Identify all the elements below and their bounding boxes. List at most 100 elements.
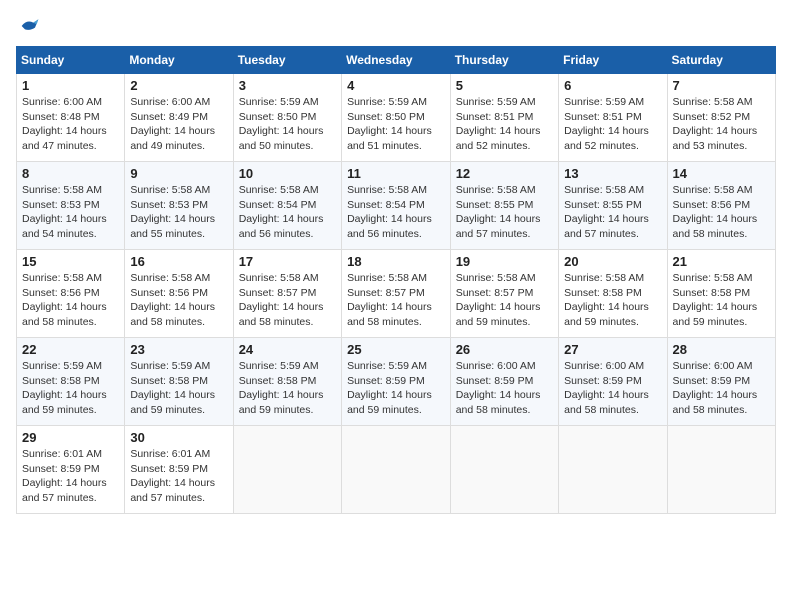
- day-info: Sunrise: 5:59 AMSunset: 8:51 PMDaylight:…: [564, 95, 661, 154]
- day-number: 25: [347, 342, 445, 357]
- calendar-cell: 5 Sunrise: 5:59 AMSunset: 8:51 PMDayligh…: [450, 74, 558, 162]
- calendar-week-row: 29 Sunrise: 6:01 AMSunset: 8:59 PMDaylig…: [17, 426, 776, 514]
- calendar-week-row: 22 Sunrise: 5:59 AMSunset: 8:58 PMDaylig…: [17, 338, 776, 426]
- day-number: 20: [564, 254, 661, 269]
- day-number: 17: [239, 254, 336, 269]
- calendar-cell: 18 Sunrise: 5:58 AMSunset: 8:57 PMDaylig…: [342, 250, 451, 338]
- day-info: Sunrise: 6:00 AMSunset: 8:59 PMDaylight:…: [564, 359, 661, 418]
- day-number: 18: [347, 254, 445, 269]
- calendar-cell: 19 Sunrise: 5:58 AMSunset: 8:57 PMDaylig…: [450, 250, 558, 338]
- day-info: Sunrise: 6:01 AMSunset: 8:59 PMDaylight:…: [130, 447, 227, 506]
- day-info: Sunrise: 5:59 AMSunset: 8:50 PMDaylight:…: [239, 95, 336, 154]
- calendar-header-row: SundayMondayTuesdayWednesdayThursdayFrid…: [17, 47, 776, 74]
- header-thursday: Thursday: [450, 47, 558, 74]
- calendar-cell: 3 Sunrise: 5:59 AMSunset: 8:50 PMDayligh…: [233, 74, 341, 162]
- day-info: Sunrise: 5:58 AMSunset: 8:53 PMDaylight:…: [130, 183, 227, 242]
- day-number: 23: [130, 342, 227, 357]
- day-info: Sunrise: 5:58 AMSunset: 8:54 PMDaylight:…: [239, 183, 336, 242]
- day-number: 24: [239, 342, 336, 357]
- calendar-cell: [667, 426, 775, 514]
- day-number: 2: [130, 78, 227, 93]
- day-number: 29: [22, 430, 119, 445]
- calendar-cell: 8 Sunrise: 5:58 AMSunset: 8:53 PMDayligh…: [17, 162, 125, 250]
- calendar-cell: 12 Sunrise: 5:58 AMSunset: 8:55 PMDaylig…: [450, 162, 558, 250]
- day-number: 30: [130, 430, 227, 445]
- day-info: Sunrise: 5:58 AMSunset: 8:58 PMDaylight:…: [564, 271, 661, 330]
- day-info: Sunrise: 6:01 AMSunset: 8:59 PMDaylight:…: [22, 447, 119, 506]
- day-info: Sunrise: 5:58 AMSunset: 8:57 PMDaylight:…: [239, 271, 336, 330]
- calendar-cell: 17 Sunrise: 5:58 AMSunset: 8:57 PMDaylig…: [233, 250, 341, 338]
- calendar-cell: 23 Sunrise: 5:59 AMSunset: 8:58 PMDaylig…: [125, 338, 233, 426]
- day-info: Sunrise: 5:58 AMSunset: 8:55 PMDaylight:…: [564, 183, 661, 242]
- calendar-cell: 7 Sunrise: 5:58 AMSunset: 8:52 PMDayligh…: [667, 74, 775, 162]
- day-number: 1: [22, 78, 119, 93]
- logo-icon: [20, 16, 40, 36]
- day-info: Sunrise: 6:00 AMSunset: 8:59 PMDaylight:…: [673, 359, 770, 418]
- day-info: Sunrise: 5:59 AMSunset: 8:59 PMDaylight:…: [347, 359, 445, 418]
- day-number: 27: [564, 342, 661, 357]
- calendar-cell: 6 Sunrise: 5:59 AMSunset: 8:51 PMDayligh…: [559, 74, 667, 162]
- day-info: Sunrise: 6:00 AMSunset: 8:48 PMDaylight:…: [22, 95, 119, 154]
- day-number: 3: [239, 78, 336, 93]
- day-info: Sunrise: 5:58 AMSunset: 8:57 PMDaylight:…: [456, 271, 553, 330]
- day-number: 5: [456, 78, 553, 93]
- day-number: 14: [673, 166, 770, 181]
- day-info: Sunrise: 5:58 AMSunset: 8:52 PMDaylight:…: [673, 95, 770, 154]
- day-number: 7: [673, 78, 770, 93]
- header-tuesday: Tuesday: [233, 47, 341, 74]
- calendar-cell: 15 Sunrise: 5:58 AMSunset: 8:56 PMDaylig…: [17, 250, 125, 338]
- day-info: Sunrise: 5:58 AMSunset: 8:56 PMDaylight:…: [673, 183, 770, 242]
- calendar-cell: 16 Sunrise: 5:58 AMSunset: 8:56 PMDaylig…: [125, 250, 233, 338]
- calendar-week-row: 1 Sunrise: 6:00 AMSunset: 8:48 PMDayligh…: [17, 74, 776, 162]
- day-number: 4: [347, 78, 445, 93]
- day-number: 15: [22, 254, 119, 269]
- calendar-cell: 25 Sunrise: 5:59 AMSunset: 8:59 PMDaylig…: [342, 338, 451, 426]
- header-saturday: Saturday: [667, 47, 775, 74]
- calendar-cell: 13 Sunrise: 5:58 AMSunset: 8:55 PMDaylig…: [559, 162, 667, 250]
- calendar-cell: 20 Sunrise: 5:58 AMSunset: 8:58 PMDaylig…: [559, 250, 667, 338]
- day-number: 13: [564, 166, 661, 181]
- day-number: 10: [239, 166, 336, 181]
- day-info: Sunrise: 5:59 AMSunset: 8:58 PMDaylight:…: [22, 359, 119, 418]
- day-number: 9: [130, 166, 227, 181]
- header-sunday: Sunday: [17, 47, 125, 74]
- day-number: 28: [673, 342, 770, 357]
- day-info: Sunrise: 6:00 AMSunset: 8:59 PMDaylight:…: [456, 359, 553, 418]
- day-number: 22: [22, 342, 119, 357]
- day-number: 16: [130, 254, 227, 269]
- calendar-week-row: 8 Sunrise: 5:58 AMSunset: 8:53 PMDayligh…: [17, 162, 776, 250]
- calendar-cell: 27 Sunrise: 6:00 AMSunset: 8:59 PMDaylig…: [559, 338, 667, 426]
- day-number: 19: [456, 254, 553, 269]
- header-wednesday: Wednesday: [342, 47, 451, 74]
- day-number: 11: [347, 166, 445, 181]
- day-info: Sunrise: 5:59 AMSunset: 8:50 PMDaylight:…: [347, 95, 445, 154]
- header-monday: Monday: [125, 47, 233, 74]
- calendar-cell: 11 Sunrise: 5:58 AMSunset: 8:54 PMDaylig…: [342, 162, 451, 250]
- day-info: Sunrise: 5:59 AMSunset: 8:58 PMDaylight:…: [130, 359, 227, 418]
- day-info: Sunrise: 5:58 AMSunset: 8:56 PMDaylight:…: [130, 271, 227, 330]
- calendar-table: SundayMondayTuesdayWednesdayThursdayFrid…: [16, 46, 776, 514]
- day-info: Sunrise: 5:58 AMSunset: 8:56 PMDaylight:…: [22, 271, 119, 330]
- calendar-cell: 24 Sunrise: 5:59 AMSunset: 8:58 PMDaylig…: [233, 338, 341, 426]
- day-number: 12: [456, 166, 553, 181]
- logo: [16, 16, 40, 36]
- day-number: 21: [673, 254, 770, 269]
- day-info: Sunrise: 5:58 AMSunset: 8:53 PMDaylight:…: [22, 183, 119, 242]
- calendar-cell: 22 Sunrise: 5:59 AMSunset: 8:58 PMDaylig…: [17, 338, 125, 426]
- day-number: 8: [22, 166, 119, 181]
- calendar-cell: [342, 426, 451, 514]
- day-info: Sunrise: 5:59 AMSunset: 8:51 PMDaylight:…: [456, 95, 553, 154]
- page-header: [16, 16, 776, 36]
- calendar-cell: 14 Sunrise: 5:58 AMSunset: 8:56 PMDaylig…: [667, 162, 775, 250]
- day-info: Sunrise: 6:00 AMSunset: 8:49 PMDaylight:…: [130, 95, 227, 154]
- calendar-cell: 10 Sunrise: 5:58 AMSunset: 8:54 PMDaylig…: [233, 162, 341, 250]
- calendar-cell: 28 Sunrise: 6:00 AMSunset: 8:59 PMDaylig…: [667, 338, 775, 426]
- day-info: Sunrise: 5:59 AMSunset: 8:58 PMDaylight:…: [239, 359, 336, 418]
- day-number: 26: [456, 342, 553, 357]
- day-info: Sunrise: 5:58 AMSunset: 8:55 PMDaylight:…: [456, 183, 553, 242]
- calendar-cell: 9 Sunrise: 5:58 AMSunset: 8:53 PMDayligh…: [125, 162, 233, 250]
- calendar-cell: [450, 426, 558, 514]
- calendar-cell: 26 Sunrise: 6:00 AMSunset: 8:59 PMDaylig…: [450, 338, 558, 426]
- day-info: Sunrise: 5:58 AMSunset: 8:58 PMDaylight:…: [673, 271, 770, 330]
- day-info: Sunrise: 5:58 AMSunset: 8:57 PMDaylight:…: [347, 271, 445, 330]
